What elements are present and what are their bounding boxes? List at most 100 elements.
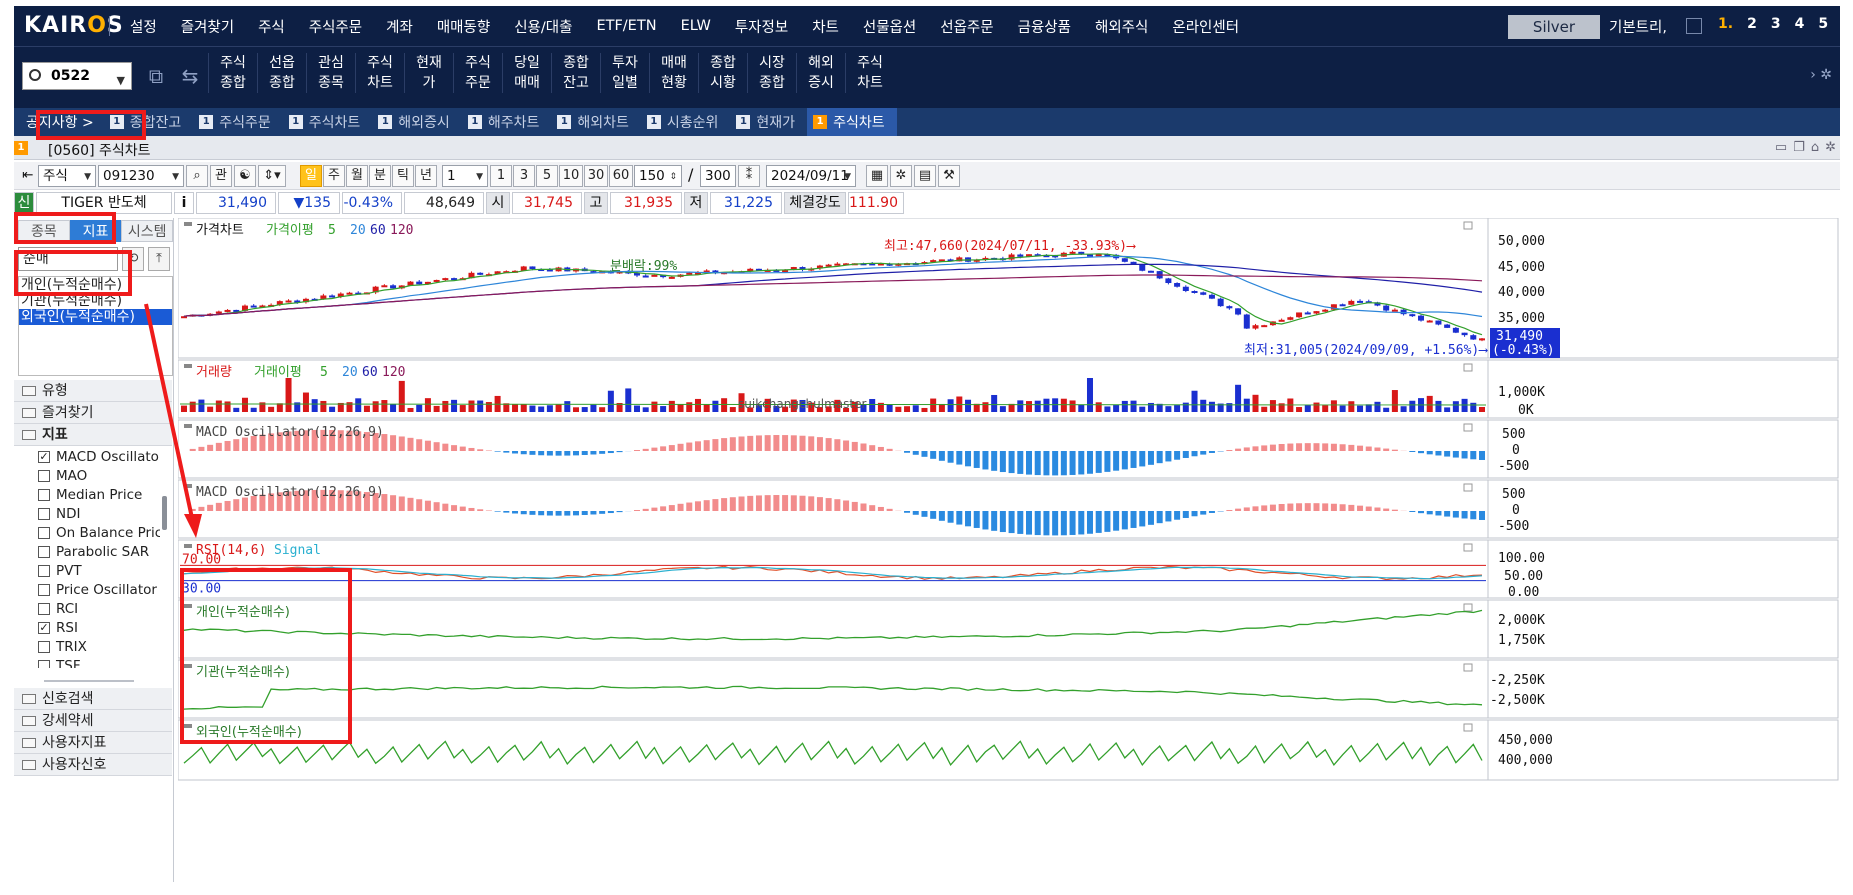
menu-item-12[interactable]: 선옵주문 [928, 16, 1005, 37]
screen-tab-8[interactable]: 1 주식차트 [807, 108, 897, 136]
price-low-annotation: 최저:31,005(2024/09/09, +1.56%)⟶ [1244, 343, 1488, 358]
menu-item-8[interactable]: ELW [669, 18, 723, 34]
strength-value: 111.90 [848, 192, 904, 214]
indicator-label: TRIX [56, 639, 87, 655]
interval-button-5[interactable]: 60 [609, 165, 633, 187]
interval-button-0[interactable]: 1 [490, 165, 512, 187]
menu-item-13[interactable]: 금융상품 [1006, 16, 1083, 37]
watermark: suikchangchulmaster [738, 397, 866, 411]
dividend-annotation: 분배락:99% [610, 259, 677, 274]
folder-label: 사용자지표 [42, 735, 107, 751]
menu-item-5[interactable]: 매매동향 [425, 16, 502, 37]
save-icon[interactable]: ▤ [914, 165, 936, 187]
screen-tab-6[interactable]: 1 시총순위 [641, 108, 731, 136]
grade-badge[interactable]: Silver [1508, 15, 1600, 39]
foreign-axis-tick: 400,000 [1498, 753, 1553, 768]
quick-button-8[interactable]: 투자 일별 [600, 53, 649, 93]
price-axis-tick: 35,000 [1498, 311, 1545, 326]
date-select[interactable]: 2024/09/11 ▼ [766, 165, 856, 187]
basic-tree-menu[interactable]: 기본트리, [1609, 16, 1667, 37]
quick-button-12[interactable]: 해외 증시 [796, 53, 845, 93]
pane-close-icon[interactable] [1463, 603, 1473, 612]
quick-button-9[interactable]: 매매 현황 [649, 53, 698, 93]
popout-icon[interactable] [1686, 18, 1702, 34]
restore-icon[interactable]: ❐ [1793, 140, 1805, 155]
pane-close-icon[interactable] [1463, 363, 1473, 372]
total-count-input[interactable]: 300 [700, 165, 736, 187]
chart-type-icon[interactable]: ▦ [866, 165, 888, 187]
tools-icon[interactable]: ⚒ [938, 165, 960, 187]
pane-rsi[interactable] [178, 539, 1839, 599]
menu-item-10[interactable]: 차트 [800, 16, 851, 37]
pane-close-icon[interactable] [1463, 723, 1473, 732]
count-toggle-icon[interactable]: ⁑ [738, 165, 760, 187]
quick-button-6[interactable]: 당일 매매 [502, 53, 551, 93]
count-separator: / [688, 165, 694, 184]
low-label: 저 [684, 192, 708, 214]
indicator-item[interactable]: TRIX [14, 638, 160, 657]
minimize-icon[interactable]: ▭ [1775, 140, 1787, 155]
screen-tab-4[interactable]: 1 해주차트 [462, 108, 552, 136]
pane-close-icon[interactable] [1463, 663, 1473, 672]
pane-close-icon[interactable] [1463, 221, 1473, 230]
screen-tab-7[interactable]: 1 현재가 [730, 108, 807, 136]
folder-bottom-3[interactable]: 사용자신호 [14, 754, 172, 776]
gear-icon[interactable]: ✲ [1825, 140, 1836, 155]
screen-pages: 1. 2 3 4 5 [1718, 16, 1828, 32]
individual-axis-tick: 2,000K [1498, 613, 1545, 628]
quick-button-13[interactable]: 주식 차트 [845, 53, 894, 93]
macd-axis-tick: 0 [1512, 503, 1520, 518]
pane-close-icon[interactable] [1463, 423, 1473, 432]
panel-divider[interactable] [44, 680, 134, 682]
page-3[interactable]: 3 [1771, 16, 1781, 32]
menu-item-11[interactable]: 선물옵션 [851, 16, 928, 37]
folder-bottom-2[interactable]: 사용자지표 [14, 732, 172, 754]
menu-item-14[interactable]: 해외주식 [1083, 16, 1160, 37]
folder-bottom-0[interactable]: 신호검색 [14, 688, 172, 710]
toolbar-settings-icon[interactable]: › ✲ [1810, 67, 1832, 83]
interval-button-1[interactable]: 3 [513, 165, 535, 187]
quick-button-7[interactable]: 종합 잔고 [551, 53, 600, 93]
folder-label: 신호검색 [42, 691, 94, 707]
page-4[interactable]: 4 [1795, 16, 1805, 32]
indicator-item[interactable]: TSF [14, 657, 160, 668]
screen-tab-5[interactable]: 1 해외차트 [551, 108, 641, 136]
price-axis-tick: 45,000 [1498, 260, 1545, 275]
page-1[interactable]: 1. [1718, 16, 1733, 32]
period-button-5[interactable]: 년 [415, 165, 437, 187]
menu-item-9[interactable]: 투자정보 [723, 16, 800, 37]
interval-button-2[interactable]: 5 [536, 165, 558, 187]
price-axis-tick: 50,000 [1498, 234, 1545, 249]
macd-axis-tick: -500 [1498, 459, 1529, 474]
bar-count-input[interactable]: 150 ⇕ [634, 165, 682, 187]
pane-close-icon[interactable] [1463, 543, 1473, 552]
interval-button-3[interactable]: 10 [559, 165, 583, 187]
tab-label: 현재가 [756, 115, 796, 131]
macd-axis-tick: 500 [1502, 427, 1525, 442]
quick-button-5[interactable]: 주식 주문 [453, 53, 502, 93]
interval-select[interactable]: 1 ▼ [442, 165, 488, 187]
settings-icon[interactable]: ✲ [890, 165, 912, 187]
folder-bottom-1[interactable]: 강세약세 [14, 710, 172, 732]
menu-item-6[interactable]: 신용/대출 [502, 16, 584, 37]
macd-axis-tick: 0 [1512, 443, 1520, 458]
checkbox[interactable] [38, 660, 50, 668]
page-2[interactable]: 2 [1747, 16, 1757, 32]
pane-close-icon[interactable] [1463, 483, 1473, 492]
checkbox[interactable] [38, 641, 50, 653]
page-5[interactable]: 5 [1818, 16, 1828, 32]
camera-icon[interactable]: ⌂ [1811, 140, 1819, 155]
quick-button-11[interactable]: 시장 종합 [747, 53, 796, 93]
folder-icon [22, 760, 36, 770]
strength-label: 체결강도 [784, 192, 846, 214]
quick-button-10[interactable]: 종합 시황 [698, 53, 747, 93]
chart-area[interactable]: 가격차트 가격이평 5 20 60 120 최고:47,660(2024/07/11, -3… [178, 218, 1840, 882]
pane-foreign[interactable] [178, 719, 1839, 781]
macd-axis-tick: -500 [1498, 519, 1529, 534]
interval-button-4[interactable]: 30 [584, 165, 608, 187]
multi-pane-chart[interactable]: 가격차트 가격이평 5 20 60 120최고:47,660(2024/07/11, -3… [178, 218, 1840, 882]
tab-number-badge: 1 [813, 115, 828, 129]
menu-item-7[interactable]: ETF/ETN [584, 18, 668, 34]
menu-item-15[interactable]: 온라인센터 [1160, 16, 1251, 37]
pane-individual[interactable] [178, 599, 1839, 659]
